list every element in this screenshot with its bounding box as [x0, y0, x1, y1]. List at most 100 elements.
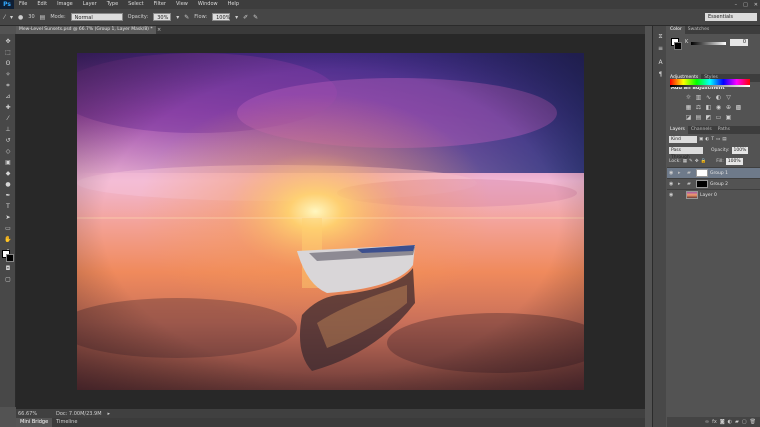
path-select-tool-icon[interactable]: ➤ — [3, 213, 13, 222]
new-layer-icon[interactable]: ▢ — [742, 419, 747, 425]
marquee-tool-icon[interactable]: ⬚ — [3, 48, 13, 57]
pressure-size-icon[interactable]: ✎ — [253, 14, 258, 21]
channel-value[interactable]: 0 — [730, 39, 748, 46]
canvas-area[interactable] — [16, 34, 645, 409]
exposure-icon[interactable]: ◐ — [715, 94, 722, 101]
tab-color[interactable]: Color — [667, 26, 685, 34]
new-group-icon[interactable]: ▰ — [735, 419, 739, 425]
quick-mask-icon[interactable]: ◘ — [3, 264, 13, 273]
layer-fill-input[interactable]: 100% — [725, 158, 743, 165]
pressure-opacity-icon[interactable]: ✎ — [184, 14, 189, 21]
black-white-icon[interactable]: ◧ — [705, 104, 712, 111]
layer-thumbnail[interactable] — [686, 191, 698, 199]
delete-layer-icon[interactable]: 🗑 — [750, 419, 756, 425]
menu-view[interactable]: View — [171, 0, 193, 9]
layer-filter-select[interactable]: Kind — [669, 136, 697, 143]
new-adjustment-layer-icon[interactable]: ◐ — [728, 419, 732, 425]
opacity-input[interactable]: 30% — [153, 13, 172, 21]
menu-edit[interactable]: Edit — [32, 0, 52, 9]
gradient-tool-icon[interactable]: ▣ — [3, 158, 13, 167]
photo-filter-icon[interactable]: ◉ — [715, 104, 722, 111]
menu-window[interactable]: Window — [193, 0, 223, 9]
tab-paths[interactable]: Paths — [715, 126, 733, 134]
type-tool-icon[interactable]: T — [3, 202, 13, 211]
layer-style-icon[interactable]: fx — [712, 419, 717, 425]
layer-row[interactable]: ◉ Layer 0 — [667, 189, 760, 200]
lock-transparent-icon[interactable]: ▦ — [683, 159, 687, 164]
menu-help[interactable]: Help — [223, 0, 244, 9]
zoom-level[interactable]: 66.67% — [16, 411, 46, 417]
move-tool-icon[interactable]: ✥ — [3, 37, 13, 46]
clone-stamp-tool-icon[interactable]: ⊥ — [3, 125, 13, 134]
color-balance-icon[interactable]: ⚖ — [695, 104, 702, 111]
link-layers-icon[interactable]: ∞ — [705, 419, 709, 425]
chevron-down-icon[interactable]: ▾ — [235, 14, 238, 21]
filter-smart-icon[interactable]: ▤ — [722, 137, 726, 142]
visibility-eye-icon[interactable]: ◉ — [669, 192, 676, 198]
invert-icon[interactable]: ◪ — [685, 114, 692, 121]
crop-tool-icon[interactable]: ⌗ — [3, 81, 13, 90]
document-image[interactable] — [77, 53, 584, 390]
healing-brush-tool-icon[interactable]: ✚ — [3, 103, 13, 112]
curves-icon[interactable]: ∿ — [705, 94, 712, 101]
visibility-eye-icon[interactable]: ◉ — [669, 170, 676, 176]
add-mask-icon[interactable]: ◙ — [720, 419, 725, 425]
chevron-right-icon[interactable]: ▸ — [102, 411, 111, 417]
background-color-swatch[interactable] — [6, 254, 14, 262]
brightness-icon[interactable]: ☼ — [685, 94, 692, 101]
vibrance-icon[interactable]: ▽ — [725, 94, 732, 101]
menu-layer[interactable]: Layer — [78, 0, 102, 9]
layer-mask-thumbnail[interactable] — [696, 169, 708, 177]
airbrush-icon[interactable]: ✐ — [243, 14, 248, 21]
workspace-select[interactable]: Essentials — [705, 13, 757, 21]
close-icon[interactable]: ✕ — [754, 2, 758, 8]
layer-mask-thumbnail[interactable] — [696, 180, 708, 188]
selective-color-icon[interactable]: ▣ — [725, 114, 732, 121]
menu-file[interactable]: File — [14, 0, 32, 9]
lock-position-icon[interactable]: ✥ — [695, 159, 699, 164]
expand-arrow-icon[interactable]: ▸ — [678, 170, 685, 176]
chevron-down-icon[interactable]: ▾ — [176, 14, 179, 21]
menu-select[interactable]: Select — [123, 0, 148, 9]
paragraph-panel-icon[interactable]: ¶ — [656, 70, 665, 79]
filter-adjustment-icon[interactable]: ◐ — [705, 137, 709, 142]
channel-slider[interactable] — [691, 42, 726, 45]
posterize-icon[interactable]: ▤ — [695, 114, 702, 121]
flow-input[interactable]: 100% — [212, 13, 230, 21]
document-tab[interactable]: Mew-Level Sunsets.psd @ 66.7% (Group 1, … — [16, 26, 156, 34]
brush-tool-icon[interactable]: ⁄ — [4, 14, 5, 21]
lock-pixels-icon[interactable]: ✎ — [689, 159, 693, 164]
background-swatch[interactable] — [674, 42, 682, 50]
brush-panel-icon[interactable]: ▤ — [40, 14, 46, 21]
eraser-tool-icon[interactable]: ◇ — [3, 147, 13, 156]
gradient-map-icon[interactable]: ▭ — [715, 114, 722, 121]
chevron-down-icon[interactable]: ▾ — [10, 14, 13, 21]
layer-row[interactable]: ◉ ▸ ▰ Group 2 — [667, 178, 760, 189]
character-panel-icon[interactable]: A — [656, 58, 665, 67]
layer-opacity-input[interactable]: 100% — [731, 147, 749, 154]
menu-type[interactable]: Type — [102, 0, 123, 9]
tab-timeline[interactable]: Timeline — [52, 418, 81, 427]
history-panel-icon[interactable]: ⧖ — [656, 32, 665, 41]
threshold-icon[interactable]: ◩ — [705, 114, 712, 121]
menu-filter[interactable]: Filter — [149, 0, 171, 9]
maximize-icon[interactable]: □ — [743, 2, 748, 8]
expand-arrow-icon[interactable]: ▸ — [678, 181, 685, 187]
history-brush-tool-icon[interactable]: ↺ — [3, 136, 13, 145]
hand-tool-icon[interactable]: ✋ — [3, 235, 13, 244]
shape-tool-icon[interactable]: ▭ — [3, 224, 13, 233]
menu-image[interactable]: Image — [52, 0, 78, 9]
blend-mode-select[interactable]: Pass Through — [669, 147, 703, 160]
brush-preset-icon[interactable]: ● — [18, 14, 23, 21]
hue-saturation-icon[interactable]: ▦ — [685, 104, 692, 111]
close-tab-icon[interactable]: × — [157, 26, 161, 34]
layer-row[interactable]: ◉ ▸ ▰ Group 1 — [667, 167, 760, 178]
lock-all-icon[interactable]: 🔒 — [701, 159, 707, 164]
visibility-eye-icon[interactable]: ◉ — [669, 181, 676, 187]
filter-type-icon[interactable]: T — [711, 137, 714, 142]
levels-icon[interactable]: ▥ — [695, 94, 702, 101]
screen-mode-icon[interactable]: ▢ — [3, 275, 13, 284]
filter-pixel-icon[interactable]: ▣ — [699, 137, 703, 142]
tab-swatches[interactable]: Swatches — [685, 26, 713, 34]
filter-shape-icon[interactable]: ▭ — [716, 137, 720, 142]
